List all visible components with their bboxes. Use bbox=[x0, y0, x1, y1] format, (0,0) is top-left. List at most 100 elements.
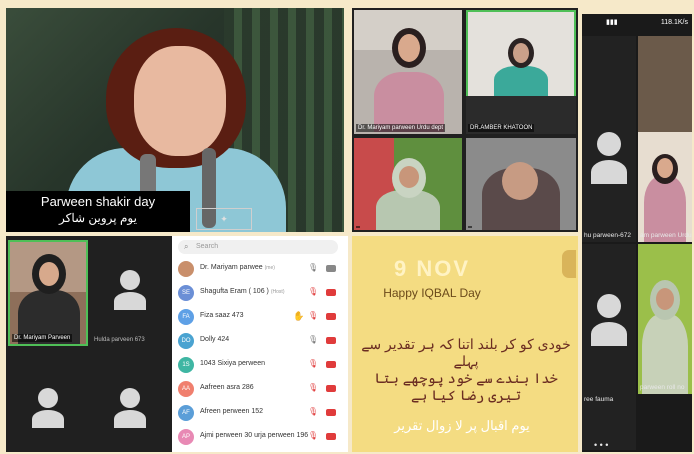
participant-name: Dr. Mariyam parwee (me) bbox=[200, 264, 275, 271]
camera-icon[interactable] bbox=[326, 265, 336, 272]
camera-off-icon[interactable] bbox=[326, 313, 336, 320]
video-tile-active[interactable]: Dr. Mariyam Parveen bbox=[8, 240, 88, 346]
participant-name-text: Shagufta Eram ( 106 ) bbox=[200, 288, 269, 295]
video-tile-active[interactable]: DR.AMBER KHATOON bbox=[466, 10, 576, 134]
participant-name: ree fauma bbox=[584, 396, 614, 403]
avatar: AF bbox=[178, 405, 194, 421]
participant-name bbox=[468, 226, 472, 228]
role-tag: (me) bbox=[264, 265, 275, 271]
participant-name bbox=[10, 448, 14, 450]
participant-name-text: Ajmi perween 30 urja perween 196 bbox=[200, 432, 309, 439]
channel-logo: ✦ bbox=[196, 208, 252, 230]
participant-name: Shagufta Eram ( 106 ) (Host) bbox=[200, 288, 285, 295]
video-tile[interactable] bbox=[8, 348, 88, 452]
mic-icon[interactable]: 🎙 bbox=[308, 263, 318, 272]
mic-muted-icon[interactable]: 🎙 bbox=[308, 383, 318, 392]
avatar: 1S bbox=[178, 357, 194, 373]
banner-footer: یوم اقبال پر لا زوال تقریر bbox=[394, 418, 530, 433]
raised-hand-icon: ✋ bbox=[293, 311, 305, 321]
participant-name: hu parween-672 bbox=[584, 232, 631, 239]
participant-name: Afreen perween 152 bbox=[200, 408, 263, 415]
banner-date: 9 NOV bbox=[393, 256, 471, 281]
role-tag: (Host) bbox=[270, 289, 285, 295]
phone-tile[interactable]: parween roll no bbox=[638, 244, 692, 394]
participant-name: Dr. Mariyam Parveen bbox=[12, 334, 73, 342]
list-item[interactable]: AP Ajmi perween 30 urja perween 196 🎙 bbox=[178, 426, 344, 448]
phone-screen: ▮▮▮ 118.1K/s hu parween-672 am parween U… bbox=[582, 14, 692, 452]
phone-tile[interactable]: am parween Urdu bbox=[638, 36, 692, 242]
avatar-body bbox=[114, 410, 146, 428]
side-handle bbox=[562, 250, 576, 278]
participant-name bbox=[92, 448, 96, 450]
participant-name: parween roll no bbox=[640, 384, 685, 391]
participant-name: 1043 Sixiya perween bbox=[200, 360, 265, 367]
mic-icon[interactable]: 🎙 bbox=[308, 335, 318, 344]
camera-off-icon[interactable] bbox=[326, 409, 336, 416]
mic-muted-icon[interactable]: 🎙 bbox=[308, 431, 318, 440]
avatar-body bbox=[32, 410, 64, 428]
more-icon[interactable]: • • • bbox=[594, 440, 608, 450]
avatar: FA bbox=[178, 309, 194, 325]
list-item[interactable]: AA Aafreen asra 286 🎙 bbox=[178, 378, 344, 400]
avatar bbox=[178, 261, 194, 277]
participant-name: Fiza saaz 473 bbox=[200, 312, 244, 319]
speaker-face bbox=[134, 46, 226, 156]
search-placeholder: Search bbox=[196, 243, 219, 250]
phone-tile[interactable]: hu parween-672 bbox=[582, 36, 636, 242]
list-item[interactable]: Dr. Mariyam parwee (me) 🎙 bbox=[178, 258, 344, 280]
caption-urdu: یوم پروین شاکر bbox=[59, 211, 137, 225]
camera-off-icon[interactable] bbox=[326, 337, 336, 344]
participant-name-text: Afreen perween 152 bbox=[200, 408, 264, 415]
avatar-icon bbox=[120, 270, 140, 290]
camera-off-icon[interactable] bbox=[326, 361, 336, 368]
participant-name: Dolly 424 bbox=[200, 336, 229, 343]
video-caption: Parween shakir day یوم پروین شاکر bbox=[6, 191, 190, 232]
list-item[interactable]: FA Fiza saaz 473 ✋ 🎙 bbox=[178, 306, 344, 328]
participant-name bbox=[356, 226, 360, 228]
video-tile[interactable] bbox=[354, 138, 462, 230]
participant-grid: Dr. Mariyam Parveen Hulda parveen 673 bbox=[6, 236, 172, 452]
search-icon: ⌕ bbox=[184, 242, 189, 251]
participant-name: Dr. Mariyam parween Urdu dept bbox=[356, 124, 446, 132]
camera-off-icon[interactable] bbox=[326, 289, 336, 296]
verse-line-2: خدا بندے سے خود پوچھے بتا تیری رضا کیا ہ… bbox=[374, 370, 558, 403]
participant-name: DR.AMBER KHATOON bbox=[468, 124, 535, 132]
avatar-body bbox=[114, 292, 146, 310]
video-tile[interactable] bbox=[466, 138, 576, 230]
avatar: SE bbox=[178, 285, 194, 301]
avatar: DO bbox=[178, 333, 194, 349]
list-item[interactable]: SE Shagufta Eram ( 106 ) (Host) 🎙 bbox=[178, 282, 344, 304]
participant-list: ⌕ Search Dr. Mariyam parwee (me) 🎙 SE Shaguf… bbox=[172, 236, 348, 452]
mic-muted-icon[interactable]: 🎙 bbox=[308, 359, 318, 368]
video-tile[interactable] bbox=[90, 348, 170, 452]
video-tile[interactable]: Dr. Mariyam parween Urdu dept bbox=[354, 10, 462, 134]
avatar-icon bbox=[597, 132, 621, 156]
mic-muted-icon[interactable]: 🎙 bbox=[308, 311, 318, 320]
camera-off-icon[interactable] bbox=[326, 433, 336, 440]
participant-name-text: Dr. Mariyam parwee bbox=[200, 264, 263, 271]
phone-tile[interactable]: ree fauma • • • bbox=[582, 244, 636, 450]
mic-muted-icon[interactable]: 🎙 bbox=[308, 407, 318, 416]
list-item[interactable]: AF Afreen perween 152 🎙 bbox=[178, 402, 344, 424]
signal-icon: ▮▮▮ bbox=[606, 19, 618, 26]
participant-name-text: 1043 Sixiya perween bbox=[200, 360, 265, 367]
avatar: AP bbox=[178, 429, 194, 445]
avatar-body bbox=[591, 160, 627, 184]
participant-name: Aafreen asra 286 bbox=[200, 384, 254, 391]
participant-name-text: Aafreen asra 286 bbox=[200, 384, 254, 391]
mic-muted-icon[interactable]: 🎙 bbox=[308, 287, 318, 296]
avatar-icon bbox=[120, 388, 140, 408]
participant-name-text: Fiza saaz 473 bbox=[200, 312, 244, 319]
status-bar: ▮▮▮ 118.1K/s bbox=[582, 14, 692, 32]
caption-english: Parween shakir day bbox=[40, 194, 156, 209]
banner-title: Happy IQBAL Day bbox=[383, 286, 481, 300]
search-input[interactable]: ⌕ Search bbox=[178, 240, 338, 254]
camera-off-icon[interactable] bbox=[326, 385, 336, 392]
list-item[interactable]: 1S 1043 Sixiya perween 🎙 bbox=[178, 354, 344, 376]
video-tile[interactable]: Hulda parveen 673 bbox=[90, 240, 170, 346]
list-item[interactable]: DO Dolly 424 🎙 bbox=[178, 330, 344, 352]
avatar-body bbox=[591, 322, 627, 346]
avatar-icon bbox=[597, 294, 621, 318]
avatar: AA bbox=[178, 381, 194, 397]
network-speed: 118.1K/s bbox=[660, 19, 688, 26]
